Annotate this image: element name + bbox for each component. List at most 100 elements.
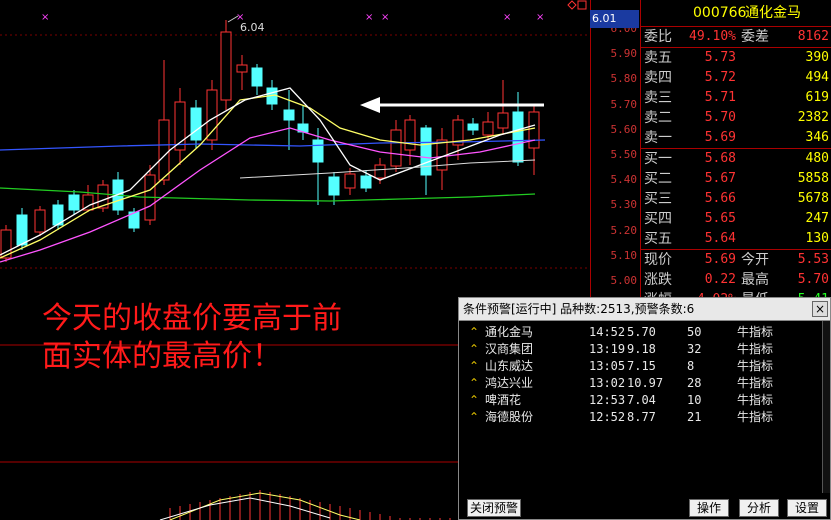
stat-cell: 5.70 (797, 272, 829, 287)
quote-price: 5.67 (704, 171, 736, 186)
candle-body (312, 139, 324, 163)
stat-cell: 现价 (644, 252, 672, 268)
price-axis: 6.00 5.90 5.80 5.70 5.60 5.50 5.40 5.30 5.20 5.10… (590, 0, 641, 300)
quote-volume: 494 (805, 70, 829, 85)
ratio-row: 委比 49.10% 委差 8162 (641, 26, 831, 47)
alert-title: 条件预警[运行中] 品种数:2513,预警条数:6 (459, 298, 830, 321)
quote-price: 5.71 (704, 90, 736, 105)
diff-label: 委差 (741, 29, 769, 45)
condition-alert-window[interactable]: 条件预警[运行中] 品种数:2513,预警条数:6 × ⌃ 通化金马 14:52 5.… (458, 297, 831, 520)
alert-indicator: 牛指标 (737, 376, 774, 390)
svg-text:×: × (41, 12, 49, 23)
price-tick: 5.00 (610, 274, 638, 287)
candle-body (404, 119, 416, 151)
analyze-button[interactable]: 分析 (739, 499, 779, 517)
alert-price: 5.70 (627, 325, 656, 339)
svg-text:×: × (503, 12, 511, 23)
quote-label: 买五 (644, 231, 672, 247)
quote-row: 卖一 5.69 346 (641, 128, 831, 148)
current-price-badge: 6.01 (590, 10, 639, 28)
quote-price: 5.65 (704, 211, 736, 226)
quote-volume: 5678 (797, 191, 829, 206)
alert-qty: 8 (687, 359, 695, 373)
alert-time: 13:19 (589, 342, 626, 356)
alert-row[interactable]: ⌃ 山东威达 13:05 7.15 8 牛指标 (463, 358, 822, 375)
settings-button[interactable]: 设置 (787, 499, 827, 517)
candle-body (497, 112, 509, 129)
price-tick: 5.50 (610, 148, 638, 161)
ask-list: 卖五 5.73 390 卖四 5.72 494 卖三 5.71 619 卖二 5.70 2382 卖一 5… (641, 47, 831, 148)
stat-cell: 0.22 (704, 272, 736, 287)
alert-scrollbar[interactable] (822, 321, 830, 493)
price-tick: 5.40 (610, 173, 638, 187)
quote-volume: 346 (805, 130, 829, 145)
candle-body (206, 89, 218, 141)
quote-price: 5.68 (704, 151, 736, 166)
operate-button[interactable]: 操作 (689, 499, 729, 517)
price-tick: 5.10 (610, 248, 638, 262)
candle-body (420, 127, 432, 176)
double-up-icon: ⌃ (469, 342, 480, 356)
alert-indicator: 牛指标 (737, 359, 774, 373)
alert-row[interactable]: ⌃ 鸿达兴业 13:02 10.97 28 牛指标 (463, 375, 822, 392)
alert-time: 12:52 (589, 410, 626, 424)
double-up-icon: ⌃ (469, 393, 480, 407)
quote-volume: 247 (805, 211, 829, 226)
quote-price: 5.70 (704, 110, 736, 125)
alert-indicator: 牛指标 (737, 393, 774, 407)
candle-body (220, 31, 232, 101)
candle-body (467, 123, 479, 131)
alert-price: 7.15 (627, 359, 656, 373)
quote-label: 买一 (644, 151, 672, 167)
quote-volume: 619 (805, 90, 829, 105)
quote-volume: 5858 (797, 171, 829, 186)
double-up-icon: ⌃ (469, 410, 480, 424)
candle-body (236, 64, 248, 73)
alert-row[interactable]: ⌃ 汉商集团 13:19 9.18 32 牛指标 (463, 341, 822, 358)
quote-label: 卖三 (644, 90, 672, 106)
alert-time: 13:02 (589, 376, 626, 390)
close-alert-button[interactable]: 关闭预警 (467, 499, 521, 517)
stock-header: 000766 通化金马 (641, 0, 831, 26)
quote-row: 买五 5.64 130 (641, 229, 831, 249)
quote-label: 卖二 (644, 110, 672, 126)
ma5-line (0, 87, 536, 256)
price-tick: 5.60 (610, 122, 638, 136)
price-tick: 5.90 (610, 47, 638, 61)
candle-body (528, 111, 540, 149)
alert-list: ⌃ 通化金马 14:52 5.70 50 牛指标 ⌃ 汉商集团 13:19 9.18 32 牛指标 ⌃ 山… (463, 324, 822, 426)
annotation-note: 今天的收盘价要高于前 面实体的最高价！ (42, 300, 422, 376)
alert-qty: 28 (687, 376, 702, 390)
stat-cell: 最高 (741, 272, 769, 288)
quote-row: 卖三 5.71 619 (641, 88, 831, 108)
quote-label: 卖五 (644, 50, 672, 66)
quote-volume: 2382 (797, 110, 829, 125)
close-icon[interactable]: × (812, 301, 828, 317)
alert-stock-name: 鸿达兴业 (485, 376, 534, 390)
candle-body (251, 67, 263, 87)
candle-body (512, 111, 524, 163)
alert-qty: 32 (687, 342, 702, 356)
quote-volume: 390 (805, 50, 829, 65)
alert-row[interactable]: ⌃ 啤酒花 12:53 7.04 10 牛指标 (463, 392, 822, 409)
alert-row[interactable]: ⌃ 通化金马 14:52 5.70 50 牛指标 (463, 324, 822, 341)
alert-row[interactable]: ⌃ 海德股份 12:52 8.77 21 牛指标 (463, 409, 822, 426)
quote-price: 5.64 (704, 231, 736, 246)
svg-text:×: × (381, 12, 389, 23)
quote-price: 5.73 (704, 50, 736, 65)
quote-volume: 130 (805, 231, 829, 246)
stat-row: 涨跌 0.22 最高 5.70 (641, 270, 831, 290)
svg-text:×: × (365, 12, 373, 23)
stock-code: 000766 (693, 5, 747, 21)
diff-value: 8162 (797, 29, 829, 44)
candle-body (283, 109, 295, 121)
double-up-icon: ⌃ (469, 359, 480, 373)
ratio-value: 49.10% (689, 29, 736, 44)
stat-row: 现价 5.69 今开 5.53 (641, 250, 831, 270)
stat-cell: 今开 (741, 252, 769, 268)
alert-price: 10.97 (627, 376, 664, 390)
double-up-icon: ⌃ (469, 376, 480, 390)
candle-body (360, 175, 372, 189)
alert-stock-name: 山东威达 (485, 359, 534, 373)
alert-stock-name: 海德股份 (485, 410, 534, 424)
